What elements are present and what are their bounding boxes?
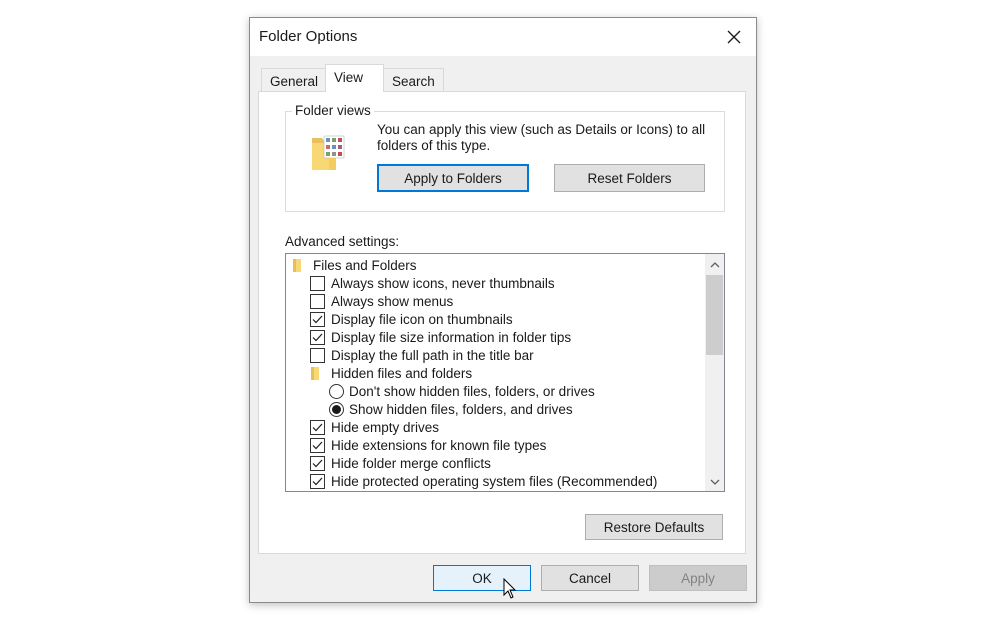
list-item[interactable]: Hide folder merge conflicts [310,454,491,472]
title-bar: Folder Options [250,18,756,56]
checkmark-icon [312,459,323,467]
list-item-label: Don't show hidden files, folders, or dri… [349,383,595,399]
list-item-label: Hide folder merge conflicts [331,455,491,471]
apply-to-folders-button[interactable]: Apply to Folders [377,164,529,192]
view-tab-panel: Folder views You can apply this view (su… [258,91,746,554]
list-item-label: Show hidden files, folders, and drives [349,401,573,417]
list-item[interactable]: Hide protected operating system files (R… [310,472,657,490]
folder-icon [311,367,319,380]
folder-views-description: You can apply this view (such as Details… [377,122,706,153]
checkbox[interactable] [310,437,325,453]
list-item-label: Files and Folders [313,257,417,273]
list-item-label: Display the full path in the title bar [331,347,534,363]
radio-button[interactable] [329,401,344,417]
scroll-down-button[interactable] [705,472,724,491]
folder-views-label: Folder views [292,103,374,118]
list-item-label: Display file size information in folder … [331,329,572,345]
list-item-label: Display file icon on thumbnails [331,311,513,327]
advanced-settings-label: Advanced settings: [285,234,400,249]
list-item-label: Hide protected operating system files (R… [331,473,658,489]
list-item-partial[interactable] [310,490,331,493]
list-item-label: Always show icons, never thumbnails [331,275,555,291]
checkbox[interactable] [310,311,325,327]
list-item[interactable]: Display file icon on thumbnails [310,310,513,328]
list-item-label: Hide empty drives [331,419,440,435]
list-group-header: Hidden files and folders [310,364,472,382]
list-item-label: Hidden files and folders [331,365,473,381]
window-title: Folder Options [259,28,358,45]
mouse-pointer-icon [503,578,517,599]
radio-selected-dot [332,404,341,414]
radio-button[interactable] [329,383,344,399]
folder-icon [293,259,301,272]
checkbox[interactable] [310,455,325,471]
checkbox[interactable] [310,329,325,345]
list-item-label: Hide extensions for known file types [331,437,547,453]
close-icon [727,30,741,44]
checkbox[interactable] [310,293,325,309]
checkmark-icon [312,477,323,485]
checkbox[interactable] [310,347,325,363]
checkmark-icon [312,423,323,431]
cancel-button[interactable]: Cancel [541,565,639,591]
advanced-settings-list[interactable]: Files and Folders Always show icons, neve… [285,253,725,492]
list-item-label: Always show menus [331,293,454,309]
folder-options-dialog: Folder Options General View Search Folde… [249,17,757,603]
list-group-header: Files and Folders [292,256,417,274]
checkbox[interactable] [310,473,325,489]
checkbox[interactable] [310,275,325,291]
scroll-up-button[interactable] [705,255,724,274]
checkbox[interactable] [310,419,325,435]
list-item[interactable]: Display file size information in folder … [310,328,571,346]
folder-views-group: Folder views You can apply this view (su… [285,103,725,212]
folder-view-icon [312,135,345,170]
list-item[interactable]: Always show menus [310,292,453,310]
list-item[interactable]: Display the full path in the title bar [310,346,534,364]
tab-search[interactable]: Search [383,68,444,92]
list-item[interactable]: Hide extensions for known file types [310,436,546,454]
chevron-down-icon [710,479,719,485]
list-item[interactable]: Hide empty drives [310,418,439,436]
checkbox[interactable] [310,492,325,493]
list-item[interactable]: Show hidden files, folders, and drives [329,400,573,418]
tab-view[interactable]: View [325,64,384,92]
apply-button: Apply [649,565,747,591]
close-button[interactable] [720,24,748,50]
chevron-up-icon [710,261,719,267]
list-item[interactable]: Don't show hidden files, folders, or dri… [329,382,595,400]
scroll-thumb[interactable] [706,275,723,355]
checkmark-icon [312,441,323,449]
list-item[interactable]: Always show icons, never thumbnails [310,274,555,292]
vertical-scrollbar[interactable] [705,254,724,491]
checkmark-icon [312,333,323,341]
reset-folders-button[interactable]: Reset Folders [554,164,705,192]
restore-defaults-button[interactable]: Restore Defaults [585,514,723,540]
tab-general[interactable]: General [261,68,328,92]
checkmark-icon [312,315,323,323]
